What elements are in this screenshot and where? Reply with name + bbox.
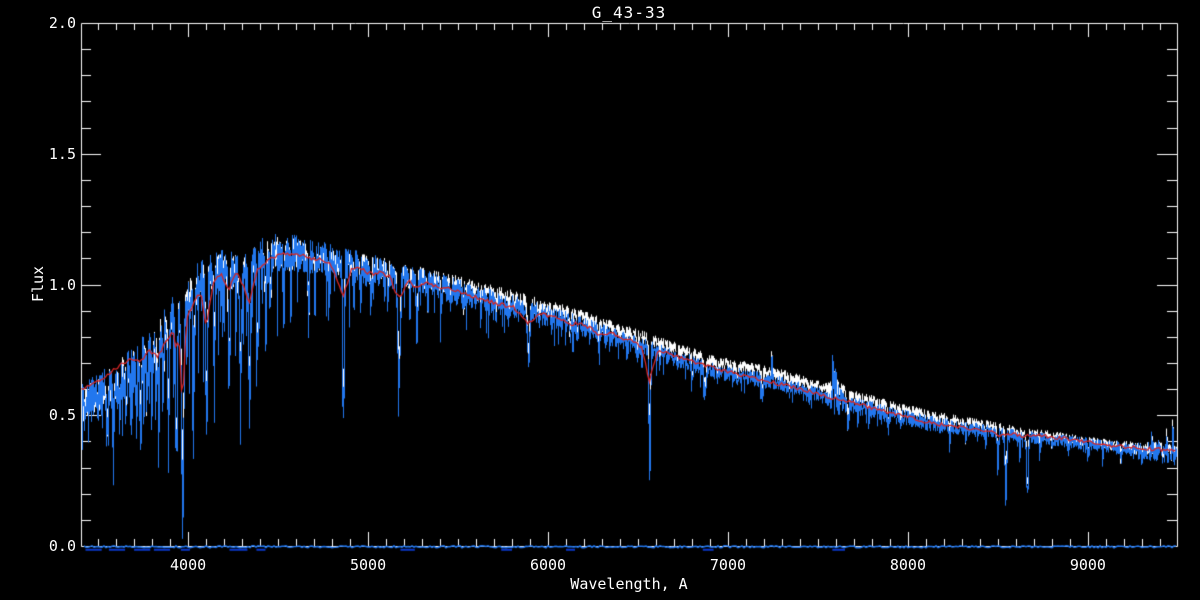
chart-title: G_43-33 xyxy=(592,3,666,22)
x-tick-label: 4000 xyxy=(170,556,206,574)
spectrum-chart: G_43-33 Wavelength, A Flux 4000 5000 6000 7… xyxy=(0,0,1200,600)
y-tick-label: 0.0 xyxy=(49,537,76,555)
x-tick-label: 8000 xyxy=(890,556,926,574)
plot-canvas xyxy=(0,0,1200,600)
y-tick-label: 1.5 xyxy=(49,145,76,163)
x-axis-label: Wavelength, A xyxy=(570,575,687,593)
y-axis-label: Flux xyxy=(29,266,47,302)
x-tick-label: 5000 xyxy=(350,556,386,574)
y-tick-label: 0.5 xyxy=(49,406,76,424)
x-tick-label: 9000 xyxy=(1070,556,1106,574)
y-tick-label: 2.0 xyxy=(49,14,76,32)
x-tick-label: 7000 xyxy=(710,556,746,574)
y-tick-label: 1.0 xyxy=(49,276,76,294)
x-tick-label: 6000 xyxy=(530,556,566,574)
